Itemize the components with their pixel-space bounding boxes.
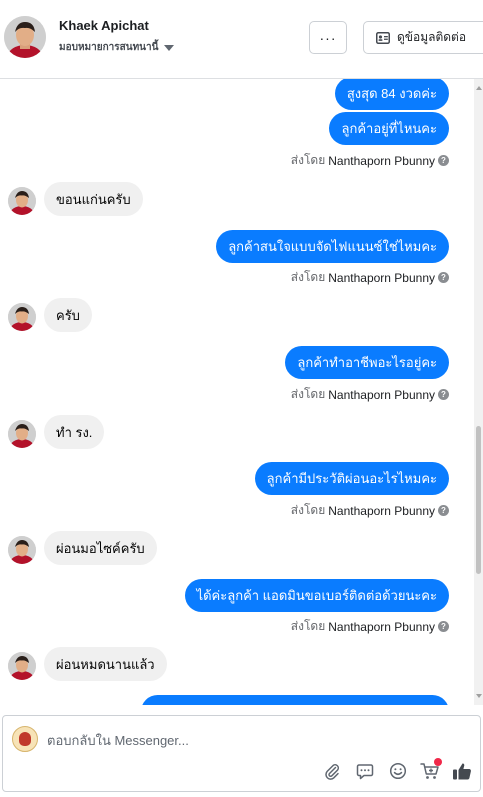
incoming-message: ผ่อนหมดนานแล้ว xyxy=(44,647,167,681)
incoming-message: ทำ รง. xyxy=(44,415,105,449)
reply-input[interactable] xyxy=(47,730,467,750)
outgoing-message: ลูกค้ามีประวัติผ่อนอะไรไหมคะ xyxy=(254,462,449,495)
outgoing-message-partial xyxy=(141,695,449,705)
help-icon[interactable]: ? xyxy=(438,505,449,516)
outgoing-message: สูงสุด 84 งวดค่ะ xyxy=(334,79,449,110)
outgoing-message: ลูกค้าทำอาชีพอะไรอยู่คะ xyxy=(285,346,449,379)
contact-avatar-small xyxy=(8,420,36,448)
sent-by-label: ส่งโดย Nanthaporn Pbunny ? xyxy=(291,617,449,636)
thumbs-up-icon[interactable] xyxy=(451,760,473,782)
sender-name: Nanthaporn Pbunny xyxy=(328,387,435,402)
sent-by-prefix: ส่งโดย xyxy=(290,153,326,167)
more-options-button[interactable]: ··· xyxy=(309,21,347,54)
help-icon[interactable]: ? xyxy=(438,155,449,166)
sender-name: Nanthaporn Pbunny xyxy=(328,619,435,634)
sent-by-label: ส่งโดย Nanthaporn Pbunny ? xyxy=(291,151,449,170)
contact-avatar-small xyxy=(8,187,36,215)
emoji-icon[interactable] xyxy=(387,760,409,782)
contact-avatar-small xyxy=(8,303,36,331)
incoming-message: ขอนแก่นครับ xyxy=(44,182,143,216)
sender-name: Nanthaporn Pbunny xyxy=(328,270,435,285)
paperclip-icon[interactable] xyxy=(321,760,343,782)
assign-conversation-dropdown[interactable]: มอบหมายการสนทนานี้ xyxy=(59,40,175,55)
sent-by-label: ส่งโดย Nanthaporn Pbunny ? xyxy=(291,268,449,287)
scrollbar[interactable] xyxy=(474,79,483,705)
incoming-message: ครับ xyxy=(44,298,92,332)
scrollbar-thumb[interactable] xyxy=(476,426,481,574)
sent-by-label: ส่งโดย Nanthaporn Pbunny ? xyxy=(291,385,449,404)
sent-by-prefix: ส่งโดย xyxy=(290,387,326,401)
help-icon[interactable]: ? xyxy=(438,621,449,632)
contact-name[interactable]: Khaek Apichat xyxy=(59,18,149,33)
message-list[interactable]: สูงสุด 84 งวดค่ะ ลูกค้าอยู่ที่ไหนคะ ส่งโ… xyxy=(0,79,483,705)
view-contact-info-button[interactable]: ดูข้อมูลติดต่อ xyxy=(363,21,483,54)
sender-name: Nanthaporn Pbunny xyxy=(328,153,435,168)
sent-by-prefix: ส่งโดย xyxy=(290,503,326,517)
outgoing-message: ได้ค่ะลูกค้า แอดมินขอเบอร์ติดต่อด้วยนะคะ xyxy=(184,579,449,612)
sent-by-prefix: ส่งโดย xyxy=(290,270,326,284)
sent-by-prefix: ส่งโดย xyxy=(290,619,326,633)
contact-avatar[interactable] xyxy=(4,16,46,58)
notification-dot xyxy=(434,758,442,766)
assign-label: มอบหมายการสนทนานี้ xyxy=(59,42,159,53)
help-icon[interactable]: ? xyxy=(438,272,449,283)
reply-composer xyxy=(2,715,481,792)
scroll-up-arrow-icon[interactable] xyxy=(476,86,482,90)
cart-icon[interactable] xyxy=(419,758,442,782)
contact-info-label: ดูข้อมูลติดต่อ xyxy=(397,30,467,44)
contact-avatar-small xyxy=(8,536,36,564)
page-logo xyxy=(12,726,38,752)
contact-avatar-small xyxy=(8,652,36,680)
sender-name: Nanthaporn Pbunny xyxy=(328,503,435,518)
outgoing-message: ลูกค้าสนใจแบบจัดไฟแนนซ์ใช่ไหมคะ xyxy=(216,230,449,263)
chat-bubble-icon[interactable] xyxy=(354,760,376,782)
help-icon[interactable]: ? xyxy=(438,389,449,400)
outgoing-message: ลูกค้าอยู่ที่ไหนคะ xyxy=(329,112,449,145)
conversation-header: Khaek Apichat มอบหมายการสนทนานี้ ··· ดูข… xyxy=(0,0,483,79)
more-icon: ··· xyxy=(319,29,337,46)
sent-by-label: ส่งโดย Nanthaporn Pbunny ? xyxy=(291,501,449,520)
incoming-message: ผ่อนมอไซค์ครับ xyxy=(44,531,157,565)
contact-card-icon xyxy=(376,31,390,44)
caret-down-icon xyxy=(164,44,175,51)
scroll-down-arrow-icon[interactable] xyxy=(476,694,482,698)
